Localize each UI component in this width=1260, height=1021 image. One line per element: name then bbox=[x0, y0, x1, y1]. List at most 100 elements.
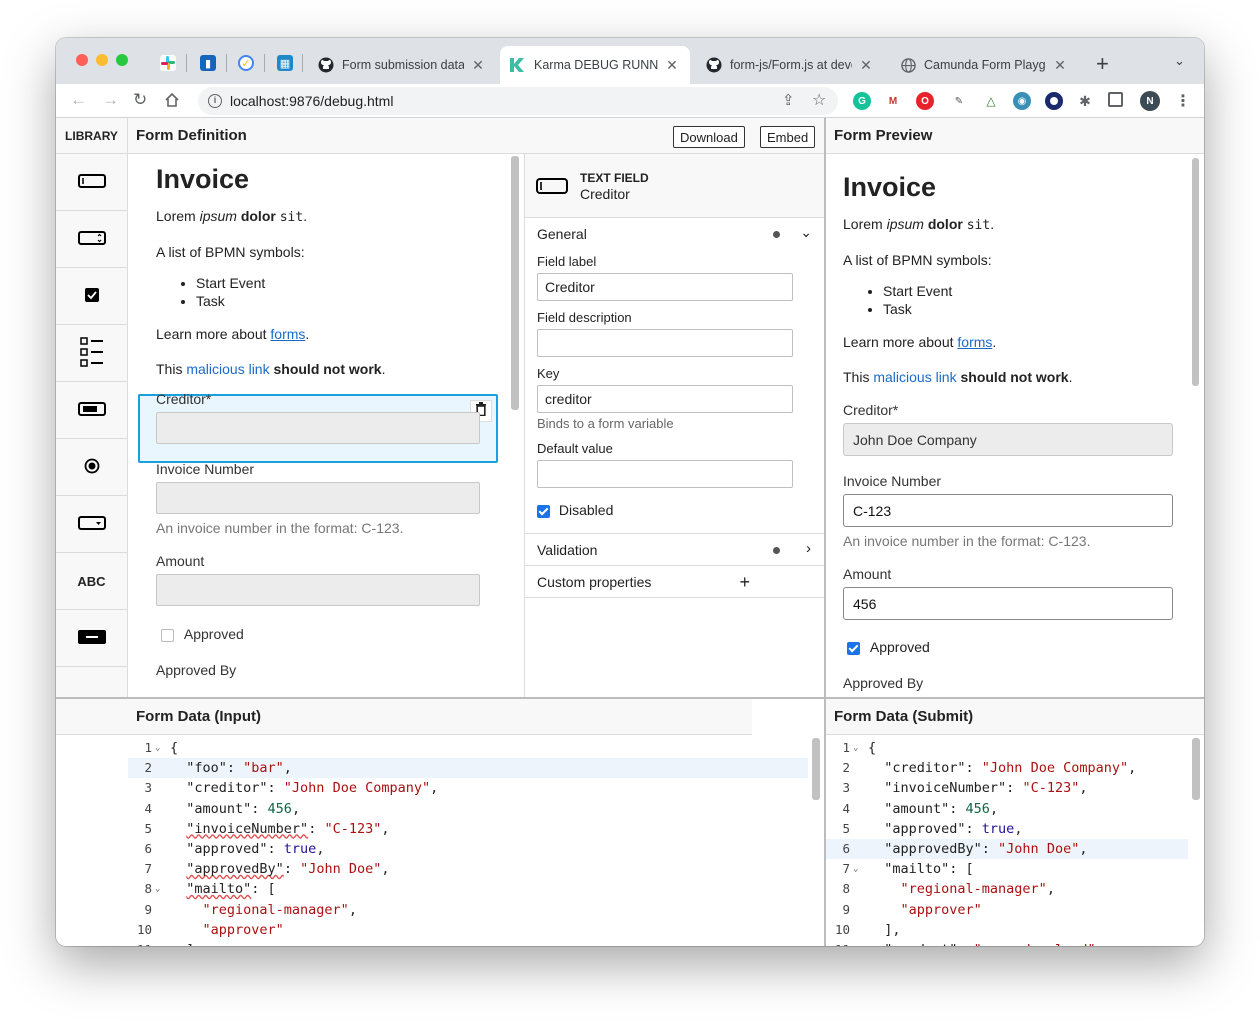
profile-avatar[interactable]: N bbox=[1140, 91, 1160, 111]
chevron-down-icon[interactable]: ⌄ bbox=[800, 224, 812, 241]
close-tab-icon[interactable]: ✕ bbox=[664, 57, 680, 74]
code-line[interactable]: 7 ⌄ "mailto": [ bbox=[826, 859, 1188, 879]
general-group-header[interactable]: General ⌄ bbox=[525, 218, 824, 250]
board-pinned-tab-icon[interactable]: ▦ bbox=[277, 55, 293, 71]
chevron-right-icon[interactable]: › bbox=[806, 540, 811, 557]
palette-textfield[interactable] bbox=[56, 154, 127, 211]
close-tab-icon[interactable]: ✕ bbox=[1052, 57, 1068, 74]
invoice-number-input[interactable]: C-123 bbox=[843, 494, 1173, 527]
eyedropper-extension-icon[interactable]: ✎ bbox=[950, 92, 968, 110]
code-line[interactable]: 9 "approver" bbox=[826, 900, 1188, 920]
maximize-window-button[interactable] bbox=[116, 54, 128, 66]
home-icon[interactable] bbox=[164, 90, 180, 113]
palette-text[interactable]: ABC bbox=[56, 553, 127, 610]
field-description-input[interactable] bbox=[537, 329, 793, 357]
amount-input[interactable]: 456 bbox=[843, 587, 1173, 620]
code-line[interactable]: 2 "creditor": "John Doe Company", bbox=[826, 758, 1188, 778]
site-info-icon[interactable]: i bbox=[208, 94, 222, 108]
add-icon[interactable]: + bbox=[739, 572, 750, 593]
code-line[interactable]: 8 ⌄ "mailto": [ bbox=[128, 879, 808, 899]
preview-field-approved[interactable]: Approved bbox=[847, 639, 1173, 655]
tasks-pinned-tab-icon[interactable]: ✓ bbox=[238, 55, 254, 71]
tab-form-submission[interactable]: Form submission data ✕ bbox=[308, 46, 496, 84]
bookmark-star-icon[interactable]: ☆ bbox=[812, 90, 826, 110]
browser-menu-icon[interactable]: ⋮ bbox=[1174, 92, 1192, 110]
code-line[interactable]: 11 ], bbox=[128, 940, 808, 946]
code-line[interactable]: 6 "approvedBy": "John Doe", bbox=[826, 838, 1188, 860]
field-amount[interactable]: Amount bbox=[156, 553, 480, 606]
code-line[interactable]: 6 "approved": true, bbox=[128, 839, 808, 859]
code-line[interactable]: 5 "approved": true, bbox=[826, 819, 1188, 839]
code-line[interactable]: 10 ], bbox=[826, 920, 1188, 940]
palette-radio[interactable] bbox=[56, 439, 127, 496]
gmail-extension-icon[interactable]: M bbox=[884, 92, 902, 110]
fold-chevron-icon[interactable]: ⌄ bbox=[853, 859, 858, 879]
palette-button[interactable] bbox=[56, 610, 127, 667]
tab-form-js[interactable]: form-js/Form.js at deve ✕ bbox=[696, 46, 884, 84]
triangle-extension-icon[interactable]: △ bbox=[982, 92, 1000, 110]
code-line[interactable]: 5 "invoiceNumber": "C-123", bbox=[128, 819, 808, 839]
approved-checkbox[interactable] bbox=[161, 628, 174, 642]
reload-icon[interactable]: ↻ bbox=[133, 90, 147, 110]
extensions-puzzle-icon[interactable]: ✱ bbox=[1076, 92, 1094, 110]
slack-pinned-tab-icon[interactable] bbox=[160, 55, 176, 71]
field-approved-by-label[interactable]: Approved By bbox=[156, 662, 480, 678]
code-line[interactable]: 8 "regional-manager", bbox=[826, 879, 1188, 899]
malicious-link[interactable]: malicious link bbox=[186, 361, 269, 377]
field-invoice-number[interactable]: Invoice Number An invoice number in the … bbox=[156, 461, 480, 536]
fold-chevron-icon[interactable]: ⌄ bbox=[155, 879, 160, 899]
code-line[interactable]: 3 "creditor": "John Doe Company", bbox=[128, 778, 808, 798]
tab-search-icon[interactable]: ⌄ bbox=[1174, 53, 1185, 69]
close-tab-icon[interactable]: ✕ bbox=[470, 57, 486, 74]
embed-button[interactable]: Embed bbox=[760, 126, 816, 148]
code-line[interactable]: 7 "approvedBy": "John Doe", bbox=[128, 859, 808, 879]
input-data-editor[interactable]: 1 ⌄{2 "foo": "bar", 3 "creditor": "John Do… bbox=[128, 734, 824, 946]
docs-pinned-tab-icon[interactable]: ▮ bbox=[200, 55, 216, 71]
code-line[interactable]: 11 "product": "camunda-cloud" bbox=[826, 940, 1188, 946]
side-panel-icon[interactable] bbox=[1108, 92, 1123, 107]
input-editor-scrollbar[interactable] bbox=[812, 738, 820, 800]
fold-chevron-icon[interactable]: ⌄ bbox=[155, 738, 160, 758]
tab-camunda-playground[interactable]: Camunda Form Playgro ✕ bbox=[890, 46, 1078, 84]
code-line[interactable]: 1 ⌄ { bbox=[826, 738, 1188, 758]
code-line[interactable]: 1 ⌄ { bbox=[128, 738, 808, 758]
preview-scrollbar[interactable] bbox=[1192, 158, 1199, 386]
submit-data-editor[interactable]: 1 ⌄{2 "creditor": "John Doe Company", 3 "i… bbox=[826, 734, 1204, 946]
field-approved[interactable]: Approved bbox=[161, 626, 480, 642]
code-line[interactable]: 2 "foo": "bar", bbox=[128, 758, 808, 779]
approved-checkbox[interactable] bbox=[847, 641, 860, 655]
address-bar[interactable]: i localhost:9876/debug.html ⇪ ☆ bbox=[198, 87, 838, 115]
minimize-window-button[interactable] bbox=[96, 54, 108, 66]
code-line[interactable]: 10 "approver" bbox=[128, 920, 808, 940]
tab-karma-debug[interactable]: Karma DEBUG RUNNER ✕ bbox=[500, 46, 690, 84]
disabled-checkbox[interactable] bbox=[537, 504, 550, 518]
code-line[interactable]: 9 "regional-manager", bbox=[128, 900, 808, 920]
custom-properties-group-header[interactable]: Custom properties + bbox=[525, 566, 824, 598]
share-icon[interactable]: ⇪ bbox=[782, 91, 795, 109]
amount-input[interactable] bbox=[156, 574, 480, 606]
canvas-scrollbar[interactable] bbox=[511, 156, 519, 410]
forms-link[interactable]: forms bbox=[957, 334, 992, 350]
key-input[interactable]: creditor bbox=[537, 385, 793, 413]
palette-number[interactable] bbox=[56, 211, 127, 268]
code-line[interactable]: 4 "amount": 456, bbox=[128, 799, 808, 819]
palette-checklist[interactable] bbox=[56, 325, 127, 382]
close-window-button[interactable] bbox=[76, 54, 88, 66]
code-line[interactable]: 4 "amount": 456, bbox=[826, 799, 1188, 819]
download-button[interactable]: Download bbox=[673, 126, 745, 148]
new-tab-icon[interactable]: + bbox=[1096, 51, 1109, 77]
circle-extension-icon[interactable] bbox=[1045, 92, 1063, 110]
code-line[interactable]: 3 "invoiceNumber": "C-123", bbox=[826, 778, 1188, 798]
creditor-input[interactable] bbox=[156, 412, 480, 444]
globe-extension-icon[interactable]: ◉ bbox=[1013, 92, 1031, 110]
grammarly-extension-icon[interactable]: G bbox=[853, 92, 871, 110]
submit-editor-scrollbar[interactable] bbox=[1192, 738, 1200, 800]
field-label-input[interactable]: Creditor bbox=[537, 273, 793, 301]
forms-link[interactable]: forms bbox=[270, 326, 305, 342]
validation-group-header[interactable]: Validation › bbox=[525, 534, 824, 566]
back-icon[interactable]: ← bbox=[70, 90, 87, 110]
default-value-input[interactable] bbox=[537, 460, 793, 488]
palette-taglist[interactable] bbox=[56, 382, 127, 439]
palette-select[interactable] bbox=[56, 496, 127, 553]
disabled-toggle[interactable]: Disabled bbox=[537, 502, 613, 518]
